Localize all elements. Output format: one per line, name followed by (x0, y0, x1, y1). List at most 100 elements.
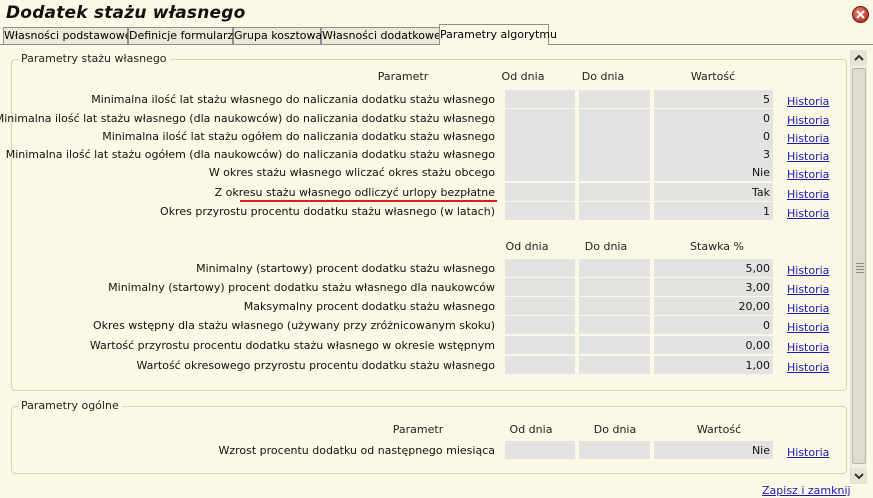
table-row: Wartość okresowego przyrostu procentu do… (3, 356, 843, 374)
table-row: Okres przyrostu procentu dodatku stażu w… (3, 202, 843, 220)
table-row: Minimalna ilość lat stażu własnego (dla … (0, 109, 843, 127)
historia-link[interactable]: Historia (787, 114, 829, 127)
table-row: Wartość przyrostu procentu dodatku stażu… (3, 336, 843, 354)
group-title: Parametry ogólne (18, 399, 122, 412)
row-value: 20,00 (738, 300, 771, 313)
tab-parametry-algorytmu[interactable]: Parametry algorytmu (439, 24, 557, 45)
row-label: Okres przyrostu procentu dodatku stażu w… (160, 205, 495, 218)
table-row: Wzrost procentu dodatku od następnego mi… (3, 441, 843, 459)
window-title: Dodatek stażu własnego (6, 3, 246, 23)
tab-wlasnosci-dodatkowe[interactable]: Własności dodatkowe (321, 27, 441, 44)
header-stawka: Stawka % (690, 240, 744, 253)
row-value: 3,00 (745, 281, 771, 294)
od-dnia-cell[interactable] (505, 356, 575, 374)
row-label: Maksymalny procent dodatku stażu własneg… (243, 300, 495, 313)
row-value: 0 (763, 112, 770, 125)
row-value: 0 (763, 130, 770, 143)
historia-link[interactable]: Historia (787, 264, 829, 277)
row-value: Nie (751, 444, 770, 457)
header-do-dnia-3: Do dnia (593, 423, 637, 436)
row-value: 0,00 (745, 339, 771, 352)
historia-link[interactable]: Historia (787, 361, 829, 374)
header-od-dnia: Od dnia (501, 70, 545, 83)
grip-icon (856, 263, 864, 275)
tab-bar: Własności podstawowe Definicje formularz… (0, 24, 873, 45)
row-label: Okres wstępny dla stażu własnego (używan… (93, 319, 495, 332)
row-value: 1,00 (745, 359, 771, 372)
params-panel: Parametry stażu własnego Parametr Od dni… (0, 45, 847, 475)
row-value: 5 (763, 93, 770, 106)
historia-link[interactable]: Historia (787, 95, 829, 108)
row-value: Nie (751, 166, 770, 179)
od-dnia-cell[interactable] (505, 163, 575, 181)
row-label: Wartość przyrostu procentu dodatku stażu… (89, 339, 495, 352)
row-value: 3 (763, 148, 770, 161)
row-label: Minimalna ilość lat stażu własnego (dla … (0, 112, 495, 125)
od-dnia-cell[interactable] (505, 336, 575, 354)
row-value: 0 (763, 319, 770, 332)
od-dnia-cell[interactable] (505, 109, 575, 127)
od-dnia-cell[interactable] (505, 441, 575, 459)
historia-link[interactable]: Historia (787, 341, 829, 354)
group-title: Parametry stażu własnego (18, 52, 170, 65)
title-bar: Dodatek stażu własnego (0, 0, 873, 24)
od-dnia-cell[interactable] (505, 183, 575, 201)
od-dnia-cell[interactable] (505, 127, 575, 145)
historia-link[interactable]: Historia (787, 188, 829, 201)
table-row: Minimalny (startowy) procent dodatku sta… (3, 259, 843, 277)
row-label: Z okresu stażu własnego odliczyć urlopy … (214, 186, 495, 199)
scroll-down-button[interactable] (851, 468, 867, 484)
od-dnia-cell[interactable] (505, 202, 575, 220)
od-dnia-cell[interactable] (505, 145, 575, 163)
row-label: Minimalny (startowy) procent dodatku sta… (108, 281, 495, 294)
header-wartosc-2: Wartość (696, 423, 742, 436)
save-and-close-link[interactable]: Zapisz i zamknij (762, 484, 851, 497)
row-label: Minimalna ilość lat stażu ogółem (dla na… (5, 148, 495, 161)
group-parametry-ogolne: Parametry ogólne (11, 399, 847, 474)
table-row: Minimalna ilość lat stażu własnego do na… (3, 90, 843, 108)
historia-link[interactable]: Historia (787, 446, 829, 459)
scroll-up-button[interactable] (851, 50, 867, 66)
chevron-down-icon (854, 473, 864, 480)
od-dnia-cell[interactable] (505, 259, 575, 277)
chevron-up-icon (854, 54, 864, 61)
header-od-dnia-3: Od dnia (509, 423, 553, 436)
historia-link[interactable]: Historia (787, 207, 829, 220)
historia-link[interactable]: Historia (787, 302, 829, 315)
od-dnia-cell[interactable] (505, 297, 575, 315)
row-value: 1 (763, 205, 770, 218)
table-row: W okres stażu własnego wliczać okres sta… (3, 163, 843, 181)
historia-link[interactable]: Historia (787, 132, 829, 145)
header-parametr: Parametr (377, 70, 429, 83)
vertical-scrollbar[interactable] (850, 50, 867, 484)
scroll-thumb[interactable] (852, 68, 866, 464)
od-dnia-cell[interactable] (505, 316, 575, 334)
row-value: Tak (751, 186, 770, 199)
row-value: 5,00 (745, 262, 771, 275)
row-label: Wartość okresowego przyrostu procentu do… (136, 359, 495, 372)
historia-link[interactable]: Historia (787, 150, 829, 163)
table-row: Minimalna ilość lat stażu ogółem do nali… (3, 127, 843, 145)
tab-wlasnosci-podstawowe[interactable]: Własności podstawowe (3, 27, 131, 44)
table-row: Okres wstępny dla stażu własnego (używan… (3, 316, 843, 334)
header-wartosc: Wartość (690, 70, 736, 83)
table-row: Minimalny (startowy) procent dodatku sta… (3, 278, 843, 296)
row-label: Wzrost procentu dodatku od następnego mi… (218, 444, 495, 457)
tab-grupa-kosztowa[interactable]: Grupa kosztowa (233, 27, 322, 44)
od-dnia-cell[interactable] (505, 90, 575, 108)
row-label: Minimalna ilość lat stażu własnego do na… (91, 93, 495, 106)
header-do-dnia-2: Do dnia (584, 240, 628, 253)
historia-link[interactable]: Historia (787, 283, 829, 296)
row-label: Minimalna ilość lat stażu ogółem do nali… (102, 130, 495, 143)
header-parametr-2: Parametr (392, 423, 444, 436)
od-dnia-cell[interactable] (505, 278, 575, 296)
historia-link[interactable]: Historia (787, 168, 829, 181)
row-label: W okres stażu własnego wliczać okres sta… (208, 166, 495, 179)
tab-definicje-formularzy[interactable]: Definicje formularzy (128, 27, 240, 44)
close-icon[interactable] (852, 6, 869, 23)
header-do-dnia: Do dnia (581, 70, 625, 83)
historia-link[interactable]: Historia (787, 321, 829, 334)
table-row: Z okresu stażu własnego odliczyć urlopy … (3, 183, 843, 202)
table-row: Minimalna ilość lat stażu ogółem (dla na… (3, 145, 843, 163)
row-label: Minimalny (startowy) procent dodatku sta… (196, 262, 495, 275)
